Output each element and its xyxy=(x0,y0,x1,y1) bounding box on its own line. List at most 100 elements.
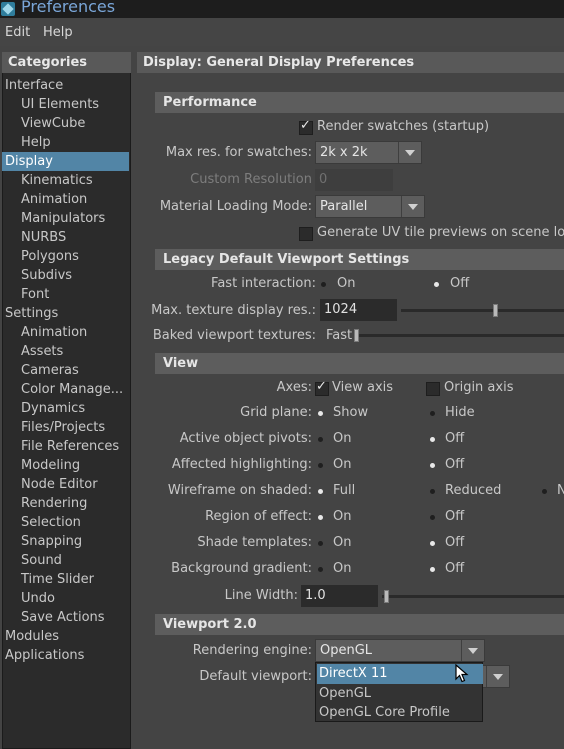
line-width-label: Line Width: xyxy=(224,588,298,603)
sidebar-item-modeling[interactable]: Modeling xyxy=(2,456,129,475)
sidebar-item-help[interactable]: Help xyxy=(2,133,129,152)
region-effect-label: Region of effect: xyxy=(205,509,312,524)
sidebar-item-selection[interactable]: Selection xyxy=(2,513,129,532)
mouse-cursor-icon xyxy=(455,664,469,683)
sidebar-item-rendering[interactable]: Rendering xyxy=(2,494,129,513)
origin-axis-label: Origin axis xyxy=(444,380,514,395)
default-viewport-label: Default viewport: xyxy=(199,669,312,684)
material-loading-value: Parallel xyxy=(320,199,368,214)
max-texture-field[interactable]: 1024 xyxy=(320,299,397,321)
active-pivots-opt1-radio[interactable] xyxy=(315,434,326,445)
sidebar-item-applications[interactable]: Applications xyxy=(2,646,129,665)
sidebar-item-sound[interactable]: Sound xyxy=(2,551,129,570)
sidebar-item-viewcube[interactable]: ViewCube xyxy=(2,114,129,133)
line-width-slider-handle[interactable] xyxy=(384,590,389,603)
sidebar-item-kinematics[interactable]: Kinematics xyxy=(2,171,129,190)
uv-previews-checkbox[interactable] xyxy=(299,227,313,241)
rendering-engine-value: OpenGL xyxy=(320,643,373,658)
grid-plane-opt2-radio[interactable] xyxy=(427,408,438,419)
sidebar-item-cameras[interactable]: Cameras xyxy=(2,361,129,380)
sidebar-item-modules[interactable]: Modules xyxy=(2,627,129,646)
dropdown-option-opengl[interactable]: OpenGL xyxy=(317,684,483,704)
origin-axis-checkbox[interactable] xyxy=(426,382,440,396)
menu-help[interactable]: Help xyxy=(43,25,73,40)
affected-highlighting-opt1-radio[interactable] xyxy=(315,460,326,471)
wireframe-shaded-opt2-label: Reduced xyxy=(445,483,502,498)
chevron-down-icon xyxy=(401,196,424,217)
max-texture-label: Max. texture display res.: xyxy=(151,303,316,318)
fast-interaction-off-label: Off xyxy=(450,276,470,291)
max-res-select[interactable]: 2k x 2k xyxy=(315,141,422,164)
sidebar-item-interface[interactable]: Interface xyxy=(2,76,129,95)
sidebar-item-animation[interactable]: Animation xyxy=(2,323,129,342)
shade-templates-opt2-radio[interactable] xyxy=(427,538,438,549)
line-width-field[interactable]: 1.0 xyxy=(301,585,378,607)
sidebar-item-file-references[interactable]: File References xyxy=(2,437,129,456)
sidebar-item-polygons[interactable]: Polygons xyxy=(2,247,129,266)
region-effect-opt2-radio[interactable] xyxy=(427,512,438,523)
affected-highlighting-label: Affected highlighting: xyxy=(171,457,312,472)
grid-plane-opt2-label: Hide xyxy=(445,405,475,420)
chevron-down-icon xyxy=(486,666,509,687)
dropdown-option-opengl-core[interactable]: OpenGL Core Profile xyxy=(317,703,483,723)
line-width-slider[interactable] xyxy=(382,595,564,598)
active-pivots-label: Active object pivots: xyxy=(179,431,312,446)
sidebar-item-nurbs[interactable]: NURBS xyxy=(2,228,129,247)
render-swatches-checkbox[interactable] xyxy=(299,118,313,135)
axes-label: Axes: xyxy=(276,380,312,395)
sidebar-item-settings[interactable]: Settings xyxy=(2,304,129,323)
material-loading-label: Material Loading Mode: xyxy=(159,199,312,214)
app-icon xyxy=(1,2,15,16)
sidebar-item-snapping[interactable]: Snapping xyxy=(2,532,129,551)
wireframe-shaded-opt1-radio[interactable] xyxy=(315,486,326,497)
shade-templates-opt1-label: On xyxy=(333,535,352,550)
baked-textures-slider[interactable] xyxy=(354,334,564,337)
rendering-engine-select[interactable]: OpenGL xyxy=(315,639,485,662)
page-title: Display: General Display Preferences xyxy=(137,52,564,73)
sidebar-item-color-manage[interactable]: Color Manage... xyxy=(2,380,129,399)
max-texture-slider[interactable] xyxy=(401,309,564,312)
sidebar-item-assets[interactable]: Assets xyxy=(2,342,129,361)
active-pivots-opt2-radio[interactable] xyxy=(427,434,438,445)
sidebar-item-node-editor[interactable]: Node Editor xyxy=(2,475,129,494)
sidebar-item-time-slider[interactable]: Time Slider xyxy=(2,570,129,589)
sidebar-item-subdivs[interactable]: Subdivs xyxy=(2,266,129,285)
background-gradient-opt1-radio[interactable] xyxy=(315,564,326,575)
shade-templates-opt1-radio[interactable] xyxy=(315,538,326,549)
chevron-down-icon xyxy=(461,640,484,661)
baked-textures-label: Baked viewport textures: xyxy=(152,328,316,343)
fast-interaction-off-radio[interactable] xyxy=(431,279,442,290)
shade-templates-label: Shade templates: xyxy=(197,535,312,550)
wireframe-shaded-opt3-radio[interactable] xyxy=(539,486,550,497)
section-performance[interactable]: Performance xyxy=(155,92,564,113)
sidebar-item-ui-elements[interactable]: UI Elements xyxy=(2,95,129,114)
background-gradient-opt2-radio[interactable] xyxy=(427,564,438,575)
view-axis-checkbox[interactable] xyxy=(315,379,329,396)
grid-plane-label: Grid plane: xyxy=(240,405,312,420)
section-viewport-2[interactable]: Viewport 2.0 xyxy=(155,614,564,635)
section-view[interactable]: View xyxy=(155,353,564,374)
fast-interaction-on-label: On xyxy=(337,276,356,291)
sidebar-item-animation[interactable]: Animation xyxy=(2,190,129,209)
background-gradient-opt2-label: Off xyxy=(445,561,465,576)
region-effect-opt1-radio[interactable] xyxy=(315,512,326,523)
wireframe-shaded-opt2-radio[interactable] xyxy=(427,486,438,497)
menu-edit[interactable]: Edit xyxy=(5,25,30,40)
custom-res-field[interactable]: 0 xyxy=(315,169,393,191)
sidebar-item-dynamics[interactable]: Dynamics xyxy=(2,399,129,418)
sidebar-item-undo[interactable]: Undo xyxy=(2,589,129,608)
sidebar-item-files-projects[interactable]: Files/Projects xyxy=(2,418,129,437)
section-legacy-viewport[interactable]: Legacy Default Viewport Settings xyxy=(155,249,564,270)
fast-interaction-on-radio[interactable] xyxy=(318,279,329,290)
sidebar-item-display[interactable]: Display xyxy=(2,152,129,171)
baked-textures-slider-handle[interactable] xyxy=(354,329,359,342)
material-loading-select[interactable]: Parallel xyxy=(315,195,425,218)
window-title: Preferences xyxy=(21,0,116,16)
categories-header: Categories xyxy=(2,52,131,73)
affected-highlighting-opt2-radio[interactable] xyxy=(427,460,438,471)
max-texture-slider-handle[interactable] xyxy=(493,304,498,317)
sidebar-item-manipulators[interactable]: Manipulators xyxy=(2,209,129,228)
sidebar-item-font[interactable]: Font xyxy=(2,285,129,304)
grid-plane-opt1-radio[interactable] xyxy=(315,408,326,419)
sidebar-item-save-actions[interactable]: Save Actions xyxy=(2,608,129,627)
